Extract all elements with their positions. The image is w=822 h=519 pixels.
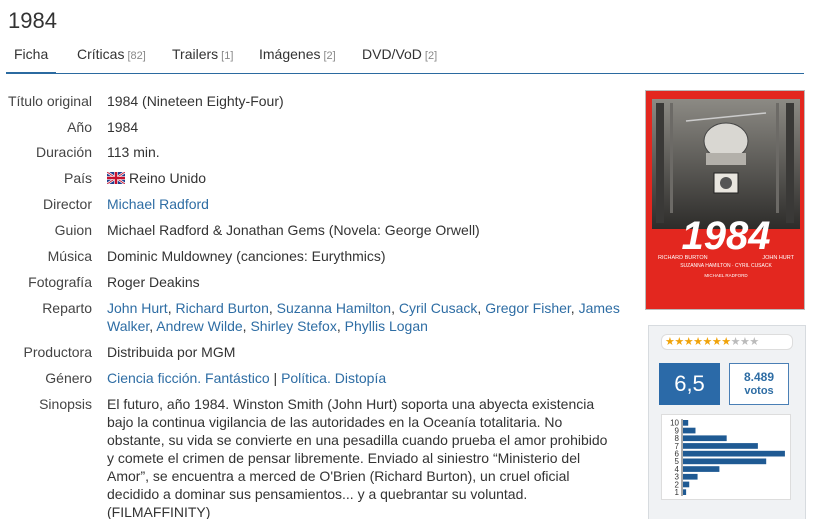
poster-credit-4: MICHAEL RADFORD [704, 273, 748, 278]
tab-imagenes-count: [2] [323, 50, 336, 62]
star-empty-icon: ★ [749, 336, 759, 348]
tab-ficha-label: Ficha [14, 46, 49, 62]
genre-link[interactable]: Fantástico [205, 370, 270, 386]
poster-credit-3: SUZANNA HAMILTON · CYRIL CUSACK [680, 263, 772, 269]
votes-count: 8.489 [743, 370, 775, 384]
star-filled-icon: ★ [665, 336, 675, 348]
actor-link[interactable]: Phyllis Logan [345, 318, 428, 334]
tab-dvd-vod[interactable]: DVD/VoD [2] [362, 46, 437, 74]
tab-trailers[interactable]: Trailers [1] [172, 46, 233, 74]
value-pais: Reino Unido [107, 169, 627, 187]
tab-dvd-vod-count: [2] [424, 50, 438, 62]
histogram-bar [683, 489, 687, 495]
movie-poster[interactable]: 1984 RICHARD BURTON JOHN HURT SUZANNA HA… [645, 90, 805, 310]
tab-criticas-label: Críticas [77, 46, 125, 62]
star-filled-icon: ★ [683, 336, 694, 348]
histogram-bar [683, 458, 767, 465]
histogram-chart: 10987654321 [670, 419, 785, 497]
value-sinopsis: El futuro, año 1984. Winston Smith (John… [107, 396, 608, 519]
actor-link[interactable]: Suzanna Hamilton [277, 300, 391, 316]
label-reparto: Reparto [42, 300, 92, 316]
tab-bar: Ficha Críticas [82] Trailers [1] Imágenes[… [6, 46, 804, 74]
value-duracion: 113 min. [107, 144, 160, 160]
histogram-tick-label: 1 [675, 488, 680, 497]
label-titulo-original: Título original [7, 93, 92, 109]
value-genero: Ciencia ficción. Fantástico | Política. … [107, 370, 387, 386]
tab-criticas[interactable]: Críticas [82] [77, 46, 146, 74]
star-filled-icon: ★ [711, 336, 722, 348]
votes-label: votos [744, 385, 774, 397]
label-productora: Productora [23, 344, 92, 360]
value-guion: Michael Radford & Jonathan Gems (Novela:… [107, 222, 480, 238]
histogram-bar [683, 473, 698, 480]
label-anio: Año [67, 119, 92, 135]
star-filled-icon: ★ [721, 336, 731, 348]
label-musica: Música [47, 248, 92, 264]
label-genero: Género [45, 370, 92, 386]
page-title: 1984 [8, 8, 57, 33]
star-empty-icon: ★ [740, 336, 750, 348]
rating-box: ★★★★★★★★★★ 6,5 8.489 votos 10 9 8 7 6 5 4 3 2 1 [648, 325, 806, 519]
genre-link[interactable]: Ciencia ficción [107, 370, 197, 386]
label-sinopsis: Sinopsis [39, 396, 92, 412]
star-filled-icon: ★ [702, 336, 713, 348]
histogram-bar [683, 481, 690, 488]
histogram-bar [683, 427, 696, 434]
poster-image: 1984 RICHARD BURTON JOHN HURT SUZANNA HA… [646, 91, 804, 309]
poster-credit-2: JOHN HURT [762, 255, 794, 261]
topic-link[interactable]: Distopía [335, 370, 386, 386]
actor-link[interactable]: Cyril Cusack [399, 300, 478, 316]
value-fotografia: Roger Deakins [107, 274, 200, 290]
histogram-bar [683, 443, 758, 449]
value-productora: Distribuida por MGM [107, 344, 236, 360]
histogram-bar [683, 466, 720, 472]
histogram-bar [683, 450, 785, 457]
rating-stars: ★★★★★★★★★★ [661, 334, 793, 350]
vote-histogram: 10 9 8 7 6 5 4 3 2 1 [661, 414, 791, 500]
star-filled-icon: ★ [693, 336, 703, 348]
histogram-bar [683, 435, 727, 442]
tab-imagenes[interactable]: Imágenes [2] [259, 46, 336, 74]
value-reparto: John Hurt, Richard Burton, Suzanna Hamil… [107, 300, 620, 334]
star-empty-icon: ★ [730, 336, 741, 348]
tab-imagenes-label: Imágenes [259, 46, 321, 62]
votes-box[interactable]: 8.489 votos [729, 363, 789, 405]
label-fotografia: Fotografía [28, 274, 92, 290]
tab-ficha[interactable]: Ficha [6, 46, 57, 74]
poster-credit-1: RICHARD BURTON [658, 255, 708, 261]
topic-link[interactable]: Política [281, 370, 327, 386]
uk-flag-icon [107, 172, 125, 184]
tab-trailers-label: Trailers [172, 46, 219, 62]
actor-link[interactable]: Shirley Stefox [250, 318, 336, 334]
actor-link[interactable]: Gregor Fisher [485, 300, 571, 316]
actor-link[interactable]: Richard Burton [175, 300, 268, 316]
director-link[interactable]: Michael Radford [107, 196, 209, 212]
tab-dvd-vod-label: DVD/VoD [362, 46, 422, 62]
value-musica: Dominic Muldowney (canciones: Eurythmics… [107, 248, 386, 264]
value-director: Michael Radford [107, 195, 627, 213]
label-director: Director [42, 196, 92, 212]
label-duracion: Duración [35, 144, 92, 160]
histogram-bar [683, 420, 689, 426]
value-titulo-original: 1984 (Nineteen Eighty-Four) [107, 93, 284, 109]
label-guion: Guion [54, 222, 92, 238]
value-anio: 1984 [107, 119, 139, 135]
label-pais: País [63, 170, 92, 186]
star-filled-icon: ★ [674, 336, 684, 348]
tab-trailers-count: [1] [221, 50, 234, 62]
rating-score: 6,5 [659, 363, 720, 405]
poster-title: 1984 [682, 214, 771, 258]
tab-criticas-count: [82] [127, 50, 146, 62]
actor-link[interactable]: John Hurt [107, 300, 168, 316]
actor-link[interactable]: Andrew Wilde [156, 318, 242, 334]
pais-name: Reino Unido [129, 170, 207, 186]
